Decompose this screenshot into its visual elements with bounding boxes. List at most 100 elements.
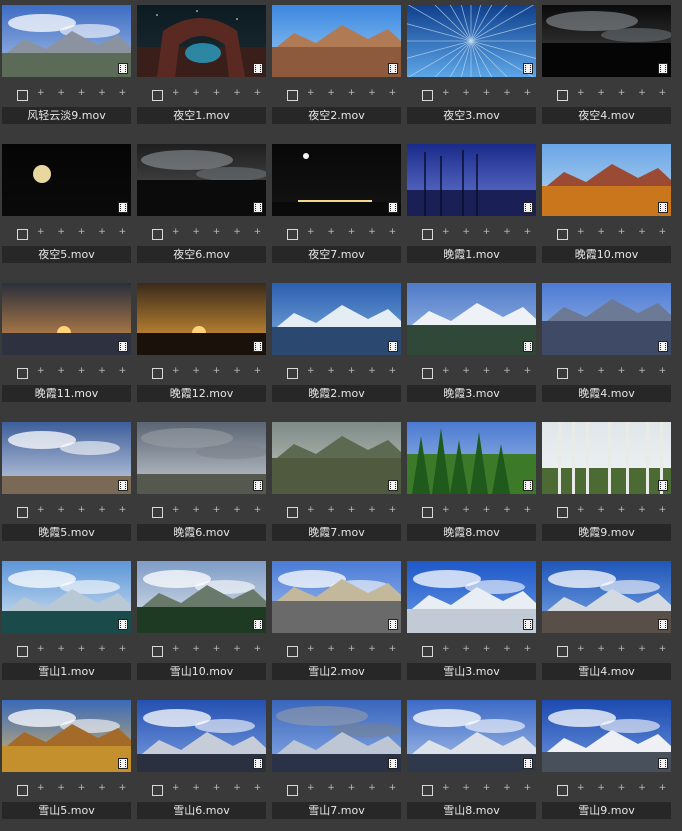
select-checkbox[interactable]: [287, 646, 298, 657]
clip-thumbnail[interactable]: [407, 5, 536, 77]
clip-thumbnail[interactable]: [137, 5, 266, 77]
clip-thumbnail[interactable]: [407, 422, 536, 494]
select-checkbox[interactable]: [422, 646, 433, 657]
rating-stars[interactable]: + + + + +: [307, 505, 401, 515]
select-checkbox[interactable]: [287, 90, 298, 101]
clip-item[interactable]: + + + + + 夜空3.mov: [405, 0, 540, 136]
rating-stars[interactable]: + + + + +: [37, 366, 131, 376]
select-checkbox[interactable]: [17, 785, 28, 796]
rating-stars[interactable]: + + + + +: [307, 644, 401, 654]
rating-stars[interactable]: + + + + +: [172, 227, 266, 237]
select-checkbox[interactable]: [287, 229, 298, 240]
select-checkbox[interactable]: [152, 368, 163, 379]
clip-filename[interactable]: 夜空7.mov: [272, 246, 401, 263]
select-checkbox[interactable]: [557, 785, 568, 796]
select-checkbox[interactable]: [17, 507, 28, 518]
clip-thumbnail[interactable]: [2, 422, 131, 494]
clip-thumbnail[interactable]: [272, 144, 401, 216]
rating-stars[interactable]: + + + + +: [577, 88, 671, 98]
clip-filename[interactable]: 晚霞12.mov: [137, 385, 266, 402]
clip-filename[interactable]: 夜空5.mov: [2, 246, 131, 263]
clip-filename[interactable]: 晚霞4.mov: [542, 385, 671, 402]
clip-item[interactable]: + + + + + 雪山6.mov: [135, 695, 270, 831]
clip-item[interactable]: + + + + + 雪山4.mov: [540, 556, 675, 692]
rating-stars[interactable]: + + + + +: [442, 783, 536, 793]
clip-thumbnail[interactable]: [2, 561, 131, 633]
clip-thumbnail[interactable]: [407, 561, 536, 633]
clip-thumbnail[interactable]: [272, 700, 401, 772]
clip-thumbnail[interactable]: [2, 5, 131, 77]
rating-stars[interactable]: + + + + +: [172, 505, 266, 515]
rating-stars[interactable]: + + + + +: [37, 644, 131, 654]
rating-stars[interactable]: + + + + +: [442, 88, 536, 98]
select-checkbox[interactable]: [152, 785, 163, 796]
clip-filename[interactable]: 雪山5.mov: [2, 802, 131, 819]
clip-filename[interactable]: 夜空3.mov: [407, 107, 536, 124]
rating-stars[interactable]: + + + + +: [577, 505, 671, 515]
rating-stars[interactable]: + + + + +: [172, 88, 266, 98]
clip-thumbnail[interactable]: [542, 144, 671, 216]
select-checkbox[interactable]: [287, 785, 298, 796]
clip-filename[interactable]: 雪山9.mov: [542, 802, 671, 819]
select-checkbox[interactable]: [152, 90, 163, 101]
clip-thumbnail[interactable]: [542, 422, 671, 494]
select-checkbox[interactable]: [17, 646, 28, 657]
clip-item[interactable]: + + + + + 雪山2.mov: [270, 556, 405, 692]
clip-thumbnail[interactable]: [272, 283, 401, 355]
clip-thumbnail[interactable]: [407, 283, 536, 355]
clip-item[interactable]: + + + + + 雪山9.mov: [540, 695, 675, 831]
rating-stars[interactable]: + + + + +: [442, 366, 536, 376]
select-checkbox[interactable]: [17, 90, 28, 101]
clip-filename[interactable]: 雪山10.mov: [137, 663, 266, 680]
clip-item[interactable]: + + + + + 晚霞4.mov: [540, 278, 675, 414]
clip-item[interactable]: + + + + + 风轻云淡9.mov: [0, 0, 135, 136]
clip-item[interactable]: + + + + + 夜空2.mov: [270, 0, 405, 136]
select-checkbox[interactable]: [287, 368, 298, 379]
clip-item[interactable]: + + + + + 晚霞10.mov: [540, 139, 675, 275]
clip-filename[interactable]: 晚霞6.mov: [137, 524, 266, 541]
select-checkbox[interactable]: [287, 507, 298, 518]
clip-item[interactable]: + + + + + 夜空4.mov: [540, 0, 675, 136]
clip-item[interactable]: + + + + + 雪山7.mov: [270, 695, 405, 831]
clip-thumbnail[interactable]: [137, 700, 266, 772]
clip-filename[interactable]: 夜空1.mov: [137, 107, 266, 124]
rating-stars[interactable]: + + + + +: [37, 783, 131, 793]
select-checkbox[interactable]: [152, 507, 163, 518]
clip-item[interactable]: + + + + + 晚霞12.mov: [135, 278, 270, 414]
clip-filename[interactable]: 雪山2.mov: [272, 663, 401, 680]
rating-stars[interactable]: + + + + +: [37, 88, 131, 98]
clip-item[interactable]: + + + + + 夜空1.mov: [135, 0, 270, 136]
clip-item[interactable]: + + + + + 夜空5.mov: [0, 139, 135, 275]
rating-stars[interactable]: + + + + +: [307, 366, 401, 376]
clip-thumbnail[interactable]: [542, 5, 671, 77]
select-checkbox[interactable]: [422, 229, 433, 240]
clip-item[interactable]: + + + + + 晚霞7.mov: [270, 417, 405, 553]
clip-item[interactable]: + + + + + 雪山3.mov: [405, 556, 540, 692]
rating-stars[interactable]: + + + + +: [172, 366, 266, 376]
clip-thumbnail[interactable]: [272, 5, 401, 77]
clip-filename[interactable]: 夜空2.mov: [272, 107, 401, 124]
clip-filename[interactable]: 晚霞3.mov: [407, 385, 536, 402]
clip-filename[interactable]: 夜空4.mov: [542, 107, 671, 124]
clip-item[interactable]: + + + + + 雪山10.mov: [135, 556, 270, 692]
clip-item[interactable]: + + + + + 晚霞11.mov: [0, 278, 135, 414]
clip-filename[interactable]: 晚霞7.mov: [272, 524, 401, 541]
rating-stars[interactable]: + + + + +: [577, 227, 671, 237]
clip-item[interactable]: + + + + + 夜空7.mov: [270, 139, 405, 275]
clip-filename[interactable]: 晚霞9.mov: [542, 524, 671, 541]
clip-item[interactable]: + + + + + 晚霞5.mov: [0, 417, 135, 553]
clip-thumbnail[interactable]: [137, 144, 266, 216]
clip-filename[interactable]: 雪山7.mov: [272, 802, 401, 819]
rating-stars[interactable]: + + + + +: [307, 783, 401, 793]
clip-item[interactable]: + + + + + 晚霞6.mov: [135, 417, 270, 553]
rating-stars[interactable]: + + + + +: [172, 783, 266, 793]
select-checkbox[interactable]: [422, 90, 433, 101]
clip-filename[interactable]: 晚霞10.mov: [542, 246, 671, 263]
clip-thumbnail[interactable]: [272, 422, 401, 494]
rating-stars[interactable]: + + + + +: [442, 644, 536, 654]
select-checkbox[interactable]: [17, 229, 28, 240]
clip-filename[interactable]: 雪山8.mov: [407, 802, 536, 819]
clip-filename[interactable]: 雪山6.mov: [137, 802, 266, 819]
rating-stars[interactable]: + + + + +: [307, 227, 401, 237]
select-checkbox[interactable]: [557, 368, 568, 379]
